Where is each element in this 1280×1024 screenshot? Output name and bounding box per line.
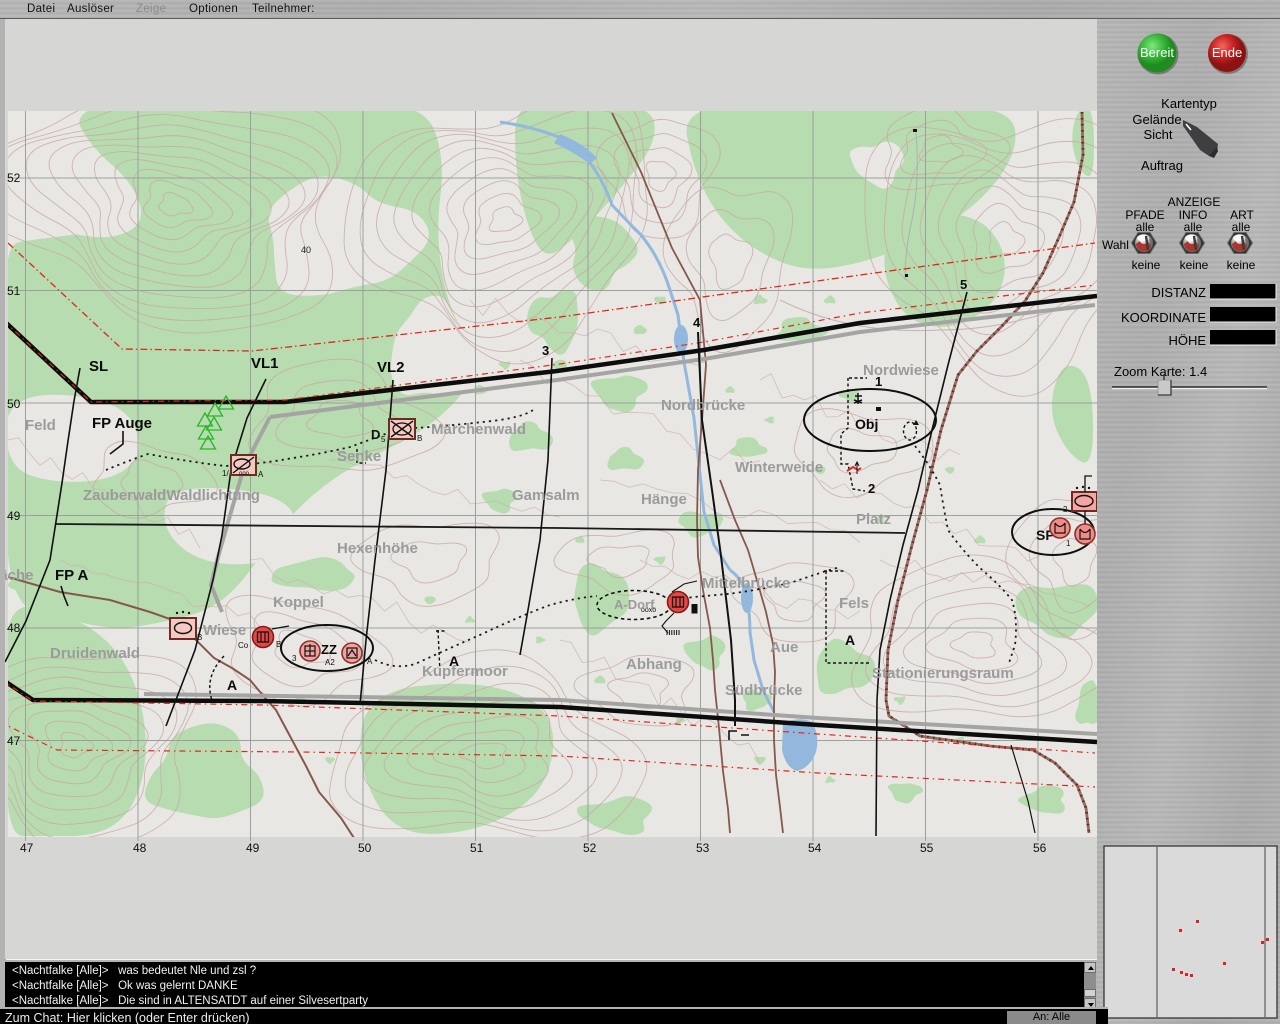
svg-text:1: 1 bbox=[1066, 539, 1071, 548]
svg-text:48: 48 bbox=[133, 841, 147, 855]
svg-text:Koppel: Koppel bbox=[273, 594, 324, 611]
svg-text:Wahl: Wahl bbox=[1102, 238, 1129, 252]
svg-text:B: B bbox=[276, 640, 281, 649]
svg-text:Abhang: Abhang bbox=[626, 656, 682, 673]
svg-text:49: 49 bbox=[246, 841, 260, 855]
svg-text:52: 52 bbox=[583, 841, 597, 855]
svg-text:51: 51 bbox=[7, 284, 21, 298]
svg-text:B: B bbox=[417, 434, 422, 443]
svg-text:Stationierungsraum: Stationierungsraum bbox=[872, 665, 1014, 682]
svg-text:52: 52 bbox=[7, 171, 21, 185]
svg-text:Südbrücke: Südbrücke bbox=[725, 682, 803, 699]
svg-text:alle: alle bbox=[1232, 220, 1251, 234]
svg-text:Senke: Senke bbox=[337, 448, 381, 465]
svg-text:ZauberwaldWaldlichtung: ZauberwaldWaldlichtung bbox=[83, 487, 260, 504]
svg-text:Gelände: Gelände bbox=[1132, 112, 1181, 127]
svg-text:Auftrag: Auftrag bbox=[1141, 158, 1183, 173]
svg-text:4: 4 bbox=[693, 315, 701, 330]
svg-text:3: 3 bbox=[542, 343, 549, 358]
svg-text:47: 47 bbox=[20, 841, 34, 855]
svg-text:ZZ: ZZ bbox=[321, 642, 337, 657]
svg-text:FP A: FP A bbox=[55, 567, 89, 584]
svg-text:50: 50 bbox=[7, 397, 21, 411]
svg-text:54: 54 bbox=[808, 841, 822, 855]
svg-text:FP Auge: FP Auge bbox=[92, 415, 152, 432]
svg-text:5: 5 bbox=[381, 435, 386, 444]
svg-text:A: A bbox=[367, 657, 373, 666]
svg-text:Gamsalm: Gamsalm bbox=[512, 487, 580, 504]
svg-text:Zoom Karte: 1.4: Zoom Karte: 1.4 bbox=[1114, 364, 1207, 379]
svg-text:49: 49 bbox=[7, 509, 21, 523]
svg-text:Mittelbrücke: Mittelbrücke bbox=[702, 575, 790, 592]
svg-text:HÖHE: HÖHE bbox=[1168, 333, 1206, 348]
svg-text:55: 55 bbox=[920, 841, 934, 855]
svg-text:50: 50 bbox=[358, 841, 372, 855]
svg-text:51: 51 bbox=[470, 841, 484, 855]
svg-text:A-Dorf: A-Dorf bbox=[614, 597, 655, 612]
svg-text:Winterweide: Winterweide bbox=[735, 459, 823, 476]
svg-text:Sicht: Sicht bbox=[1144, 127, 1173, 142]
svg-text:Feld: Feld bbox=[25, 417, 56, 434]
svg-text:Fläche: Fläche bbox=[5, 567, 34, 584]
svg-text:Kupfermoor: Kupfermoor bbox=[422, 663, 508, 680]
svg-text:Kartentyp: Kartentyp bbox=[1161, 96, 1217, 111]
svg-text:B: B bbox=[197, 633, 202, 642]
svg-text:Nordbrücke: Nordbrücke bbox=[661, 397, 745, 414]
svg-text:Obj: Obj bbox=[855, 416, 878, 432]
svg-text:A: A bbox=[258, 470, 264, 479]
svg-text:2: 2 bbox=[868, 481, 875, 496]
svg-text:ooo: ooo bbox=[239, 471, 250, 477]
svg-text:KOORDINATE: KOORDINATE bbox=[1121, 310, 1206, 325]
svg-text:SL: SL bbox=[89, 358, 108, 375]
svg-text:Druidenwald: Druidenwald bbox=[50, 645, 140, 662]
svg-text:3: 3 bbox=[292, 654, 297, 663]
svg-text:47: 47 bbox=[7, 734, 21, 748]
svg-text:Aue: Aue bbox=[770, 639, 798, 656]
svg-text:Platz: Platz bbox=[856, 511, 891, 528]
svg-text:Co: Co bbox=[238, 641, 249, 650]
svg-text:Hexenhöhe: Hexenhöhe bbox=[337, 540, 418, 557]
svg-text:A: A bbox=[449, 653, 459, 669]
svg-text:Fels: Fels bbox=[839, 595, 869, 612]
svg-text:53: 53 bbox=[696, 841, 710, 855]
svg-text:Bereit: Bereit bbox=[1140, 45, 1174, 60]
svg-text:1/: 1/ bbox=[222, 469, 229, 478]
svg-text:alle: alle bbox=[1136, 220, 1155, 234]
svg-text:VL2: VL2 bbox=[377, 359, 405, 376]
svg-text:A: A bbox=[227, 677, 237, 693]
svg-text:A: A bbox=[845, 632, 855, 648]
svg-text:D: D bbox=[371, 427, 380, 442]
svg-text:keine: keine bbox=[1227, 258, 1256, 272]
svg-text:40: 40 bbox=[301, 245, 311, 255]
svg-text:keine: keine bbox=[1180, 258, 1209, 272]
svg-text:2: 2 bbox=[1063, 505, 1068, 514]
svg-text:alle: alle bbox=[1184, 220, 1203, 234]
svg-text:ANZEIGE: ANZEIGE bbox=[1168, 195, 1221, 209]
svg-text:5: 5 bbox=[960, 277, 967, 292]
svg-text:Märchenwald: Märchenwald bbox=[431, 421, 526, 438]
svg-text:VL1: VL1 bbox=[251, 355, 279, 372]
svg-text:Wiese: Wiese bbox=[203, 622, 246, 639]
svg-text:DISTANZ: DISTANZ bbox=[1151, 285, 1206, 300]
svg-text:48: 48 bbox=[7, 621, 21, 635]
svg-text:Ende: Ende bbox=[1212, 45, 1242, 60]
svg-text:keine: keine bbox=[1132, 258, 1161, 272]
svg-text:56: 56 bbox=[1033, 841, 1047, 855]
svg-text:1: 1 bbox=[875, 374, 882, 389]
svg-text:Hänge: Hänge bbox=[641, 491, 687, 508]
svg-text:A2: A2 bbox=[325, 658, 335, 667]
